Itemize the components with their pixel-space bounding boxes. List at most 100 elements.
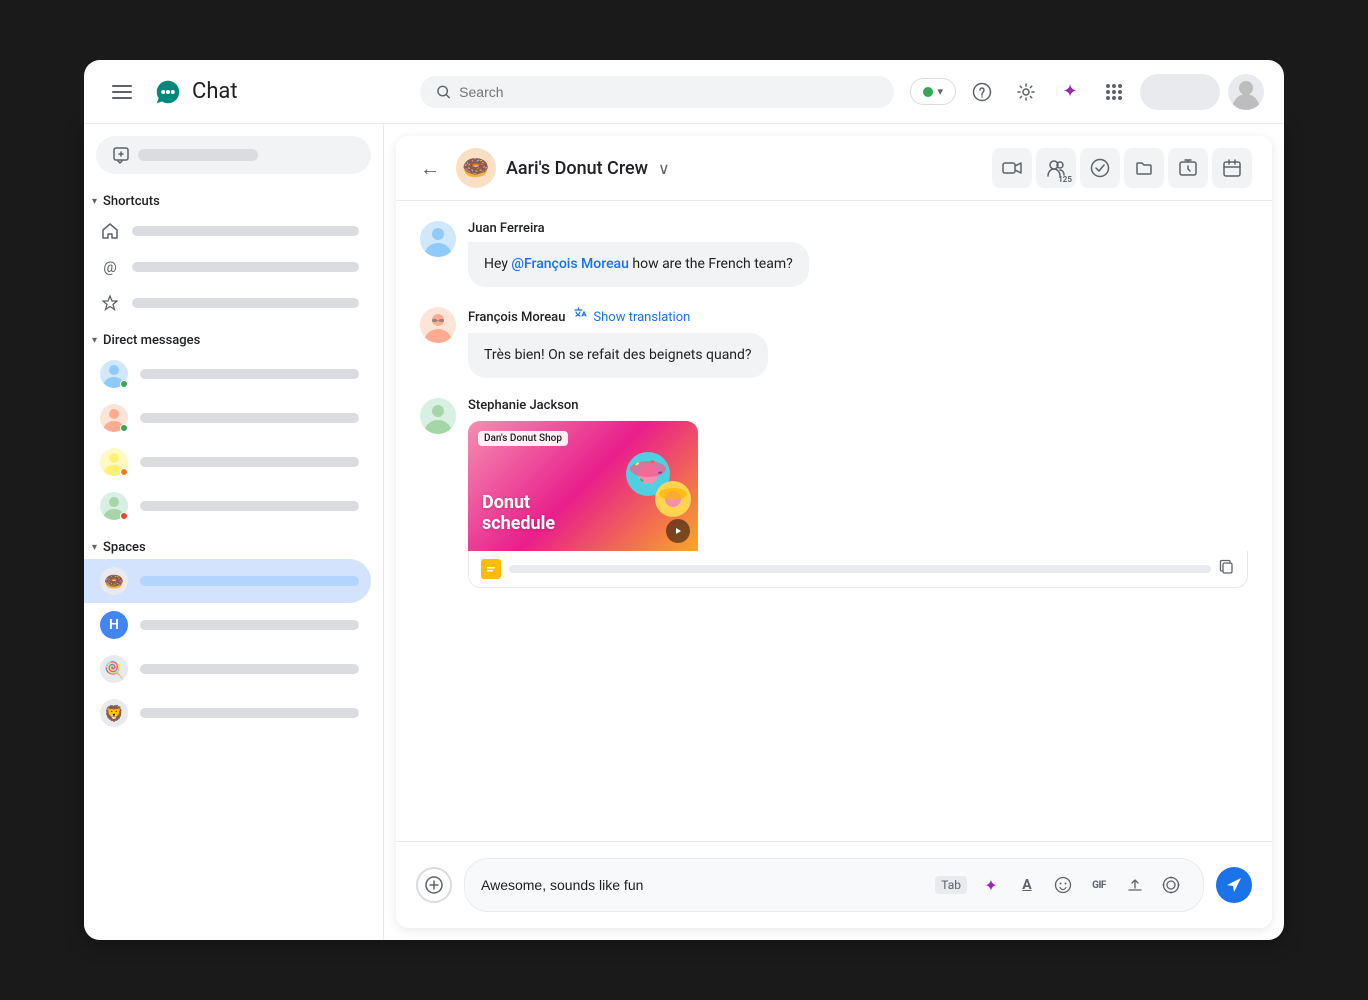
dm-name-2 xyxy=(140,413,359,423)
message-group-francois: François Moreau Show translation xyxy=(420,307,1248,378)
video-call-button[interactable] xyxy=(992,148,1032,188)
input-area: Tab ✦ A GIF xyxy=(396,841,1272,928)
menu-icon[interactable] xyxy=(104,74,140,110)
starred-label xyxy=(132,298,359,308)
top-bar-right: ▾ ✦ xyxy=(910,74,1264,110)
message-input[interactable] xyxy=(481,877,927,893)
status-button[interactable]: ▾ xyxy=(910,78,956,105)
main-layout: ▾ Shortcuts @ xyxy=(84,124,1284,940)
header-actions: 125 xyxy=(992,148,1252,188)
new-chat-button[interactable] xyxy=(96,136,371,174)
format-text-icon[interactable]: A xyxy=(1011,869,1043,901)
card-info-bar xyxy=(468,551,1248,588)
dm-name-4 xyxy=(140,501,359,511)
sidebar-item-starred[interactable] xyxy=(84,285,371,321)
dm-item-3[interactable] xyxy=(84,440,371,484)
top-bar-left: Chat xyxy=(104,74,404,110)
juan-avatar xyxy=(420,221,456,257)
chat-panel: ← 🍩 Aari's Donut Crew ∨ xyxy=(396,136,1272,928)
new-chat-label xyxy=(138,149,258,161)
back-button[interactable]: ← xyxy=(416,152,444,185)
search-input[interactable] xyxy=(459,84,878,100)
spaces-label: Spaces xyxy=(103,540,146,555)
dm-status-1 xyxy=(120,380,128,388)
copy-icon[interactable] xyxy=(1219,559,1235,579)
shortcuts-label: Shortcuts xyxy=(103,194,160,209)
spaces-name-2 xyxy=(140,620,359,630)
tab-chip: Tab xyxy=(935,876,967,894)
spaces-section-header[interactable]: ▾ Spaces xyxy=(84,536,383,559)
spaces-item-donut[interactable]: 🍩 xyxy=(84,559,371,603)
show-translation-label: Show translation xyxy=(593,310,690,325)
dm-name-1 xyxy=(140,369,359,379)
user-avatar[interactable] xyxy=(1228,74,1264,110)
donut-shop-label: Dan's Donut Shop xyxy=(478,431,568,446)
chevron-down-icon: ▾ xyxy=(937,85,943,98)
upload-icon[interactable] xyxy=(1119,869,1151,901)
dm-item-2[interactable] xyxy=(84,396,371,440)
card-filename xyxy=(509,565,1211,573)
add-attachment-button[interactable] xyxy=(416,867,452,903)
mention-francois: @François Moreau xyxy=(511,256,628,272)
spaces-chevron: ▾ xyxy=(92,542,97,553)
sidebar-item-home[interactable] xyxy=(84,213,371,249)
settings-icon[interactable] xyxy=(1008,74,1044,110)
chat-header: ← 🍩 Aari's Donut Crew ∨ xyxy=(396,136,1272,201)
dm-item-1[interactable] xyxy=(84,352,371,396)
lollipop-emoji: 🍭 xyxy=(100,655,128,683)
tasks-button[interactable] xyxy=(1080,148,1120,188)
gemini-icon[interactable]: ✦ xyxy=(1052,74,1088,110)
card-title: Donut schedule xyxy=(482,492,555,535)
app-logo: Chat xyxy=(152,76,238,108)
dm-avatar-2 xyxy=(100,404,128,432)
timer-button[interactable] xyxy=(1168,148,1208,188)
francois-bubble: Très bien! On se refait des beignets qua… xyxy=(468,333,768,378)
send-button[interactable] xyxy=(1216,867,1252,903)
chat-name: Aari's Donut Crew xyxy=(506,158,648,179)
profile-area xyxy=(1140,74,1220,110)
sidebar: ▾ Shortcuts @ xyxy=(84,124,384,940)
dm-item-4[interactable] xyxy=(84,484,371,528)
dm-status-4 xyxy=(120,512,128,520)
home-icon xyxy=(100,221,120,241)
home-label xyxy=(132,226,359,236)
shortcuts-section-header[interactable]: ▾ Shortcuts xyxy=(84,190,383,213)
message-input-wrapper: Tab ✦ A GIF xyxy=(464,858,1204,912)
mentions-label xyxy=(132,262,359,272)
juan-bubble: Hey @François Moreau how are the French … xyxy=(468,242,809,287)
search-bar xyxy=(420,76,894,108)
show-translation-button[interactable]: Show translation xyxy=(573,307,690,327)
spaces-item-lollipop[interactable]: 🍭 xyxy=(84,647,371,691)
francois-message: François Moreau Show translation xyxy=(468,307,1248,378)
juan-name: Juan Ferreira xyxy=(468,221,545,236)
more-options-icon[interactable] xyxy=(1155,869,1187,901)
message-group-juan: Juan Ferreira Hey @François Moreau how a… xyxy=(420,221,1248,287)
sidebar-item-mentions[interactable]: @ xyxy=(84,249,371,285)
input-actions: ✦ A GIF xyxy=(975,869,1187,901)
dm-status-3 xyxy=(120,468,128,476)
emoji-icon[interactable] xyxy=(1047,869,1079,901)
stephanie-message: Stephanie Jackson Dan's Donut Shop Donut… xyxy=(468,398,1248,588)
spaces-item-lion[interactable]: 🦁 xyxy=(84,691,371,735)
stephanie-name: Stephanie Jackson xyxy=(468,398,579,413)
dm-avatar-4 xyxy=(100,492,128,520)
mention-icon: @ xyxy=(100,257,120,277)
dm-name-3 xyxy=(140,457,359,467)
apps-icon[interactable] xyxy=(1096,74,1132,110)
stephanie-avatar xyxy=(420,398,456,434)
donut-emoji: 🍩 xyxy=(100,567,128,595)
gemini-assist-icon[interactable]: ✦ xyxy=(975,869,1007,901)
chat-dropdown-icon[interactable]: ∨ xyxy=(658,159,670,178)
dm-section-header[interactable]: ▾ Direct messages xyxy=(84,329,383,352)
files-button[interactable] xyxy=(1124,148,1164,188)
spaces-name-4 xyxy=(140,708,359,718)
members-button[interactable]: 125 xyxy=(1036,148,1076,188)
help-icon[interactable] xyxy=(964,74,1000,110)
group-avatar: 🍩 xyxy=(456,148,496,188)
card-play-button[interactable] xyxy=(666,519,690,543)
gif-icon[interactable]: GIF xyxy=(1083,869,1115,901)
card-container: Dan's Donut Shop Donut schedule xyxy=(468,421,1248,588)
status-dot xyxy=(923,87,933,97)
spaces-item-h[interactable]: H xyxy=(84,603,371,647)
calendar-button[interactable] xyxy=(1212,148,1252,188)
